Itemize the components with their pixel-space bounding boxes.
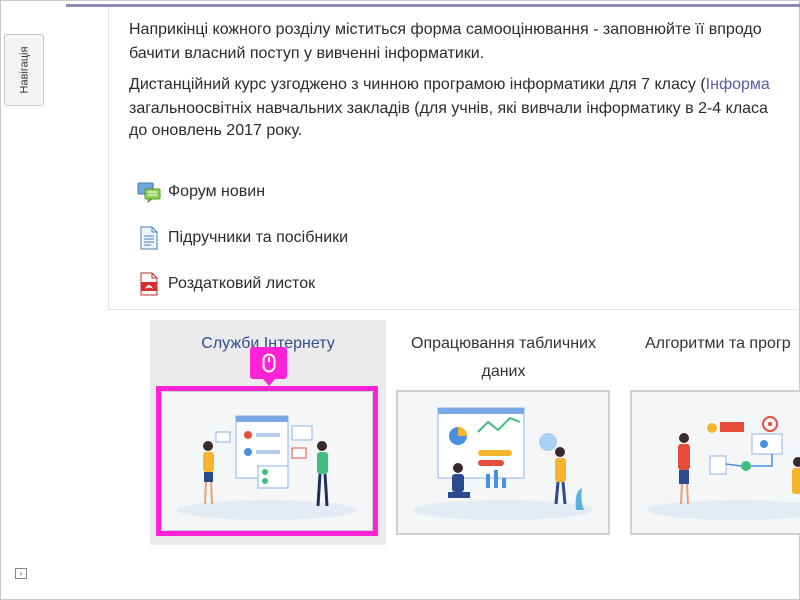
description-line: бачити власний поступ у вивченні інформа… bbox=[129, 45, 485, 62]
tile-title: Алгоритми та прогр bbox=[645, 335, 791, 352]
description-line: Наприкінці кожного розділу міститься фор… bbox=[129, 21, 762, 38]
collapse-toggle-icon[interactable]: › bbox=[15, 568, 27, 579]
tile-image-spreadsheets[interactable] bbox=[396, 390, 610, 535]
description-line: Дистанційний курс узгоджено з чинною про… bbox=[129, 72, 770, 97]
tile-title-line: Опрацювання табличних bbox=[411, 335, 596, 352]
tile-title-line: даних bbox=[481, 363, 526, 380]
tile-image-algorithms[interactable] bbox=[630, 390, 800, 535]
resource-label: Підручники та посібники bbox=[168, 229, 349, 246]
resource-label: Роздатковий листок bbox=[168, 275, 316, 292]
description-text: Дистанційний курс узгоджено з чинною про… bbox=[129, 76, 706, 93]
selection-highlight bbox=[156, 386, 378, 536]
description-line: до оновлень 2017 року. bbox=[129, 122, 303, 139]
resource-handout[interactable]: Роздатковий листок bbox=[137, 271, 315, 297]
pdf-icon bbox=[137, 272, 161, 296]
mouse-pointer-marker bbox=[250, 347, 287, 386]
curriculum-link[interactable]: Інформа bbox=[706, 76, 770, 93]
document-icon bbox=[137, 226, 161, 250]
forum-icon bbox=[137, 180, 161, 204]
mouse-icon bbox=[262, 353, 275, 373]
navigation-drawer-toggle[interactable]: Навігація bbox=[4, 34, 44, 106]
tile-title: Опрацювання табличних даних bbox=[396, 330, 611, 386]
resource-textbooks[interactable]: Підручники та посібники bbox=[137, 225, 348, 251]
navigation-label: Навігація bbox=[18, 46, 31, 94]
resource-forum-news[interactable]: Форум новин bbox=[137, 179, 265, 205]
resource-label: Форум новин bbox=[168, 183, 266, 200]
